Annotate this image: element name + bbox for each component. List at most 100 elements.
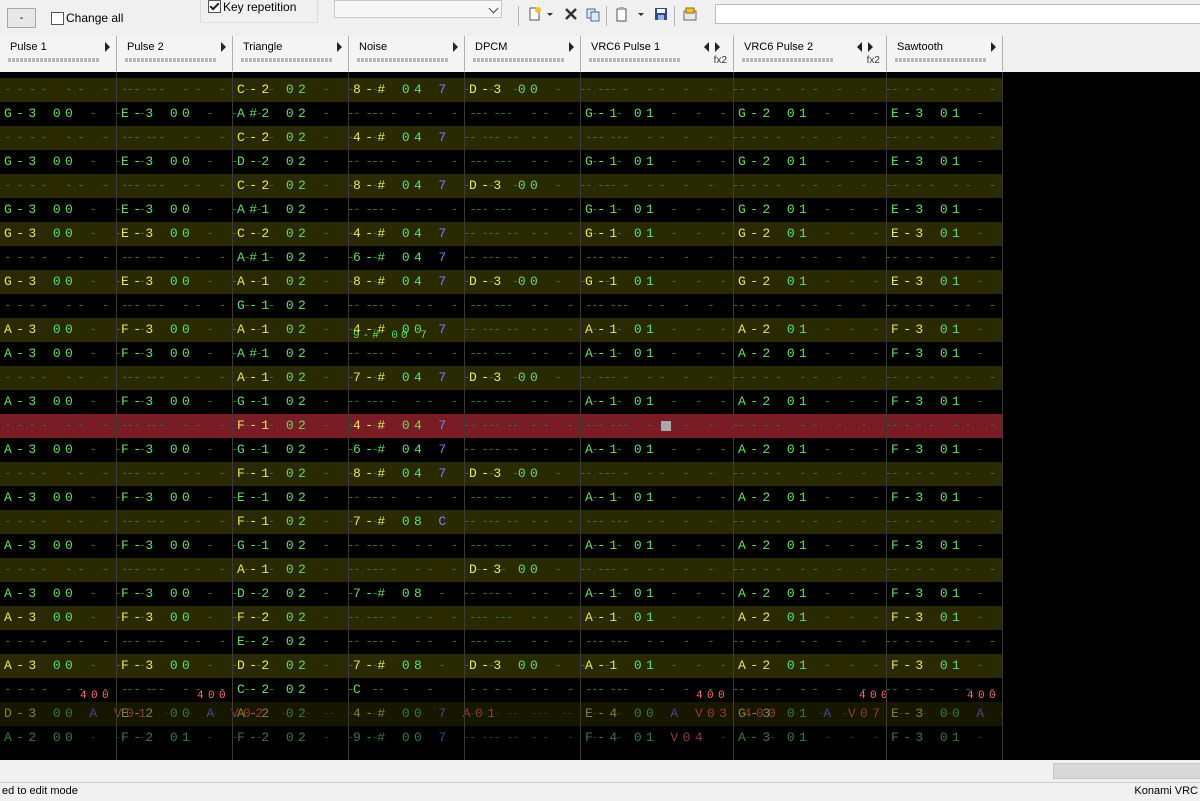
pattern-cell[interactable]: ---- -- - - - [738, 294, 897, 318]
copy-icon[interactable] [585, 6, 601, 22]
pattern-cell[interactable]: A-1 01 - - - [585, 486, 731, 510]
pattern-cell[interactable]: G-1 01 - - - [585, 198, 731, 222]
pattern-cell[interactable]: A-1 01 - - - [585, 390, 731, 414]
pattern-row[interactable]: A-2 00 - - - F-2 01 - - - F-2 02 - - -9-# … [0, 726, 1003, 750]
pattern-cell[interactable]: E-3 01 - - - [891, 150, 1003, 174]
pattern-cell[interactable]: A-2 01 - - - [738, 390, 884, 414]
pattern-cell[interactable]: A-2 01 - - - [738, 606, 884, 630]
pattern-row[interactable]: ---- -- - - - ---- -- - - - A-1 02 - - - --… [0, 558, 1003, 582]
arrow-right-icon[interactable] [337, 42, 342, 52]
pattern-row[interactable]: ---- -- - - - ---- -- - - - G-1 02 - - - --… [0, 294, 1003, 318]
pattern-cell[interactable]: A-2 01 - - - [738, 486, 884, 510]
pattern-row[interactable]: ---- -- - - - ---- -- - - - A#1 02 - - -6-… [0, 246, 1003, 270]
pattern-cell[interactable]: ---- -- - - - [738, 126, 897, 150]
pattern-cell[interactable]: ---- -- - - - [891, 174, 1003, 198]
pattern-row[interactable]: ---- -- - - - ---- -- - - - F-1 02 - - -8-… [0, 462, 1003, 486]
properties-icon[interactable] [682, 6, 698, 22]
pattern-cell[interactable]: A-2 01 - - - [738, 342, 884, 366]
minus-button[interactable]: - [7, 8, 36, 28]
pattern-cell[interactable]: F-3 01 - - - [891, 654, 1003, 678]
channel-header-pulse-2[interactable]: Pulse 2 [117, 36, 233, 71]
pattern-cell[interactable]: A-1 01 - - - [585, 534, 731, 558]
pattern-cell[interactable]: ---- -- - - - [585, 174, 744, 198]
pattern-cell[interactable]: ---- -- - - - [738, 174, 897, 198]
channel-header-vrc6-pulse-1[interactable]: VRC6 Pulse 1 fx2 [581, 36, 734, 71]
pattern-cell[interactable]: A-2 01 - - - [738, 318, 884, 342]
arrow-right-icon[interactable] [453, 42, 458, 52]
pattern-cell[interactable]: ---- -- - - - [891, 414, 1003, 438]
pattern-cell[interactable]: C - - - [353, 678, 438, 702]
pattern-cell[interactable]: ---- -- - - - [738, 630, 897, 654]
pattern-cell[interactable]: ---- -- - - - [891, 366, 1003, 390]
channel-header-dpcm[interactable]: DPCM [465, 36, 581, 71]
pattern-cell[interactable]: A-1 01 - - - [585, 318, 731, 342]
pattern-cell[interactable]: A-3 01 - - - [738, 726, 884, 750]
pattern-cell[interactable]: ---- -- - - - [891, 126, 1003, 150]
paste-icon[interactable] [614, 6, 630, 22]
pattern-cell[interactable]: G-2 01 - - - [738, 102, 884, 126]
pattern-row[interactable]: A-3 00 - - - F-3 00 - - - A#1 02 - - - ----… [0, 342, 1003, 366]
pattern-row[interactable]: ---- -- - - - ---- -- - - - A-1 02 - - -7-… [0, 366, 1003, 390]
pattern-cell[interactable]: ---- -- - - - [891, 510, 1003, 534]
save-icon[interactable] [653, 6, 669, 22]
pattern-row[interactable]: A-3 00 - - - F-3 00 - - - A-1 02 - - -4-# … [0, 318, 1003, 342]
pattern-row[interactable]: G-3 00 - - - E-3 00 - - - C-2 02 - - -4-# … [0, 222, 1003, 246]
arrow-left-icon[interactable] [704, 42, 709, 52]
pattern-cell[interactable]: G-2 01 - - - [738, 150, 884, 174]
pattern-cell[interactable]: ---- -- - - - [891, 558, 1003, 582]
pattern-cell[interactable]: F-3 01 - - - [891, 534, 1003, 558]
horizontal-scrollbar[interactable] [0, 760, 1200, 782]
pattern-cell[interactable]: A-1 01 - - - [585, 342, 731, 366]
arrow-right-icon[interactable] [868, 42, 873, 52]
pattern-row-current[interactable]: ---- -- - - - ---- -- - - - F-1 02 - - -4-… [0, 414, 1003, 438]
pattern-cell[interactable]: G-2 01 - - - [738, 222, 884, 246]
pattern-row[interactable]: A-3 00 - - - F-3 00 - - - G-1 02 - - - ----… [0, 390, 1003, 414]
pattern-cell[interactable]: A-2 01 - - - [738, 582, 884, 606]
instrument-combo[interactable] [334, 0, 502, 18]
pattern-cell[interactable]: F-3 01 - - - [891, 726, 1003, 750]
channel-header-pulse-1[interactable]: Pulse 1 [0, 36, 117, 71]
pattern-cell[interactable]: F-3 01 - - - [891, 390, 1003, 414]
pattern-row[interactable]: A-3 00 - - - F-3 00 - - - D-2 02 - - -7-# … [0, 582, 1003, 606]
pattern-cell[interactable]: ---- -- - - - [738, 510, 897, 534]
pattern-row[interactable]: A-3 00 - - - F-3 00 - - - G-1 02 - - -6-# … [0, 438, 1003, 462]
arrow-right-icon[interactable] [221, 42, 226, 52]
pattern-cell[interactable]: F-3 01 - - - [891, 318, 1003, 342]
pattern-cell[interactable]: ---- -- - - - [738, 366, 897, 390]
channel-header-vrc6-pulse-2[interactable]: VRC6 Pulse 2 fx2 [734, 36, 887, 71]
pattern-cell[interactable]: ---- -- - - - [891, 294, 1003, 318]
pattern-row[interactable]: D-3 00 A V01 - - - E-2 00 A V02 - - - A-2 … [0, 702, 1003, 726]
pattern-editor[interactable]: ---- -- - - - ---- -- - - - C-2 02 - - -8-… [0, 72, 1003, 760]
edit-cursor[interactable] [661, 421, 671, 431]
pattern-cell[interactable]: G-1 01 - - - [585, 222, 731, 246]
pattern-cell[interactable]: ---- -- - - - [738, 246, 897, 270]
arrow-right-icon[interactable] [105, 42, 110, 52]
pattern-cell[interactable]: F-3 01 - - - [891, 438, 1003, 462]
pattern-cell[interactable]: F-3 01 - - - [891, 582, 1003, 606]
pattern-cell[interactable]: F-3 01 - - - [891, 342, 1003, 366]
pattern-cell[interactable]: ---- -- - - - [585, 558, 744, 582]
new-icon[interactable] [527, 6, 543, 22]
pattern-row[interactable]: G-3 00 - - - E-3 00 - - - A#1 02 - - - ----… [0, 198, 1003, 222]
pattern-row[interactable]: ---- -- - - - ---- -- - - - C-2 02 - - -8-… [0, 174, 1003, 198]
pattern-cell[interactable]: F-3 01 - - - [891, 486, 1003, 510]
pattern-cell[interactable]: ---- -- - - - [585, 78, 744, 102]
pattern-cell[interactable]: E-3 01 - - - [891, 222, 1003, 246]
pattern-cell[interactable]: A-1 01 - - - [585, 582, 731, 606]
pattern-row[interactable]: ---- -- - - - ---- -- - - - C-2 02 - - -4-… [0, 126, 1003, 150]
pattern-cell[interactable]: ---- -- - - - [891, 246, 1003, 270]
pattern-cell[interactable]: ---- -- - - - [738, 78, 897, 102]
delete-icon[interactable] [563, 6, 579, 22]
arrow-left-icon[interactable] [857, 42, 862, 52]
pattern-row[interactable]: A-3 00 - - - F-3 00 - - - D-2 02 - - -7-# … [0, 654, 1003, 678]
pattern-row[interactable]: G-3 00 - - - E-3 00 - - - A#2 02 - - - ----… [0, 102, 1003, 126]
pattern-cell[interactable]: ---- -- - - - [738, 462, 897, 486]
pattern-row[interactable]: A-3 00 - - - F-3 00 - - - F-2 02 - - - ----… [0, 606, 1003, 630]
channel-header-triangle[interactable]: Triangle [233, 36, 349, 71]
pattern-row[interactable]: ---- -- - - - ---- -- - - - F-1 02 - - -7-… [0, 510, 1003, 534]
pattern-cell[interactable]: ---- -- - - - [585, 126, 744, 150]
pattern-row[interactable]: ---- -- - - - ---- -- - - - C-2 02 - - -8-… [0, 78, 1003, 102]
arrow-right-icon[interactable] [715, 42, 720, 52]
pattern-cell[interactable]: ---- -- - - - [585, 462, 744, 486]
pattern-cell[interactable]: E-3 01 - - - [891, 198, 1003, 222]
